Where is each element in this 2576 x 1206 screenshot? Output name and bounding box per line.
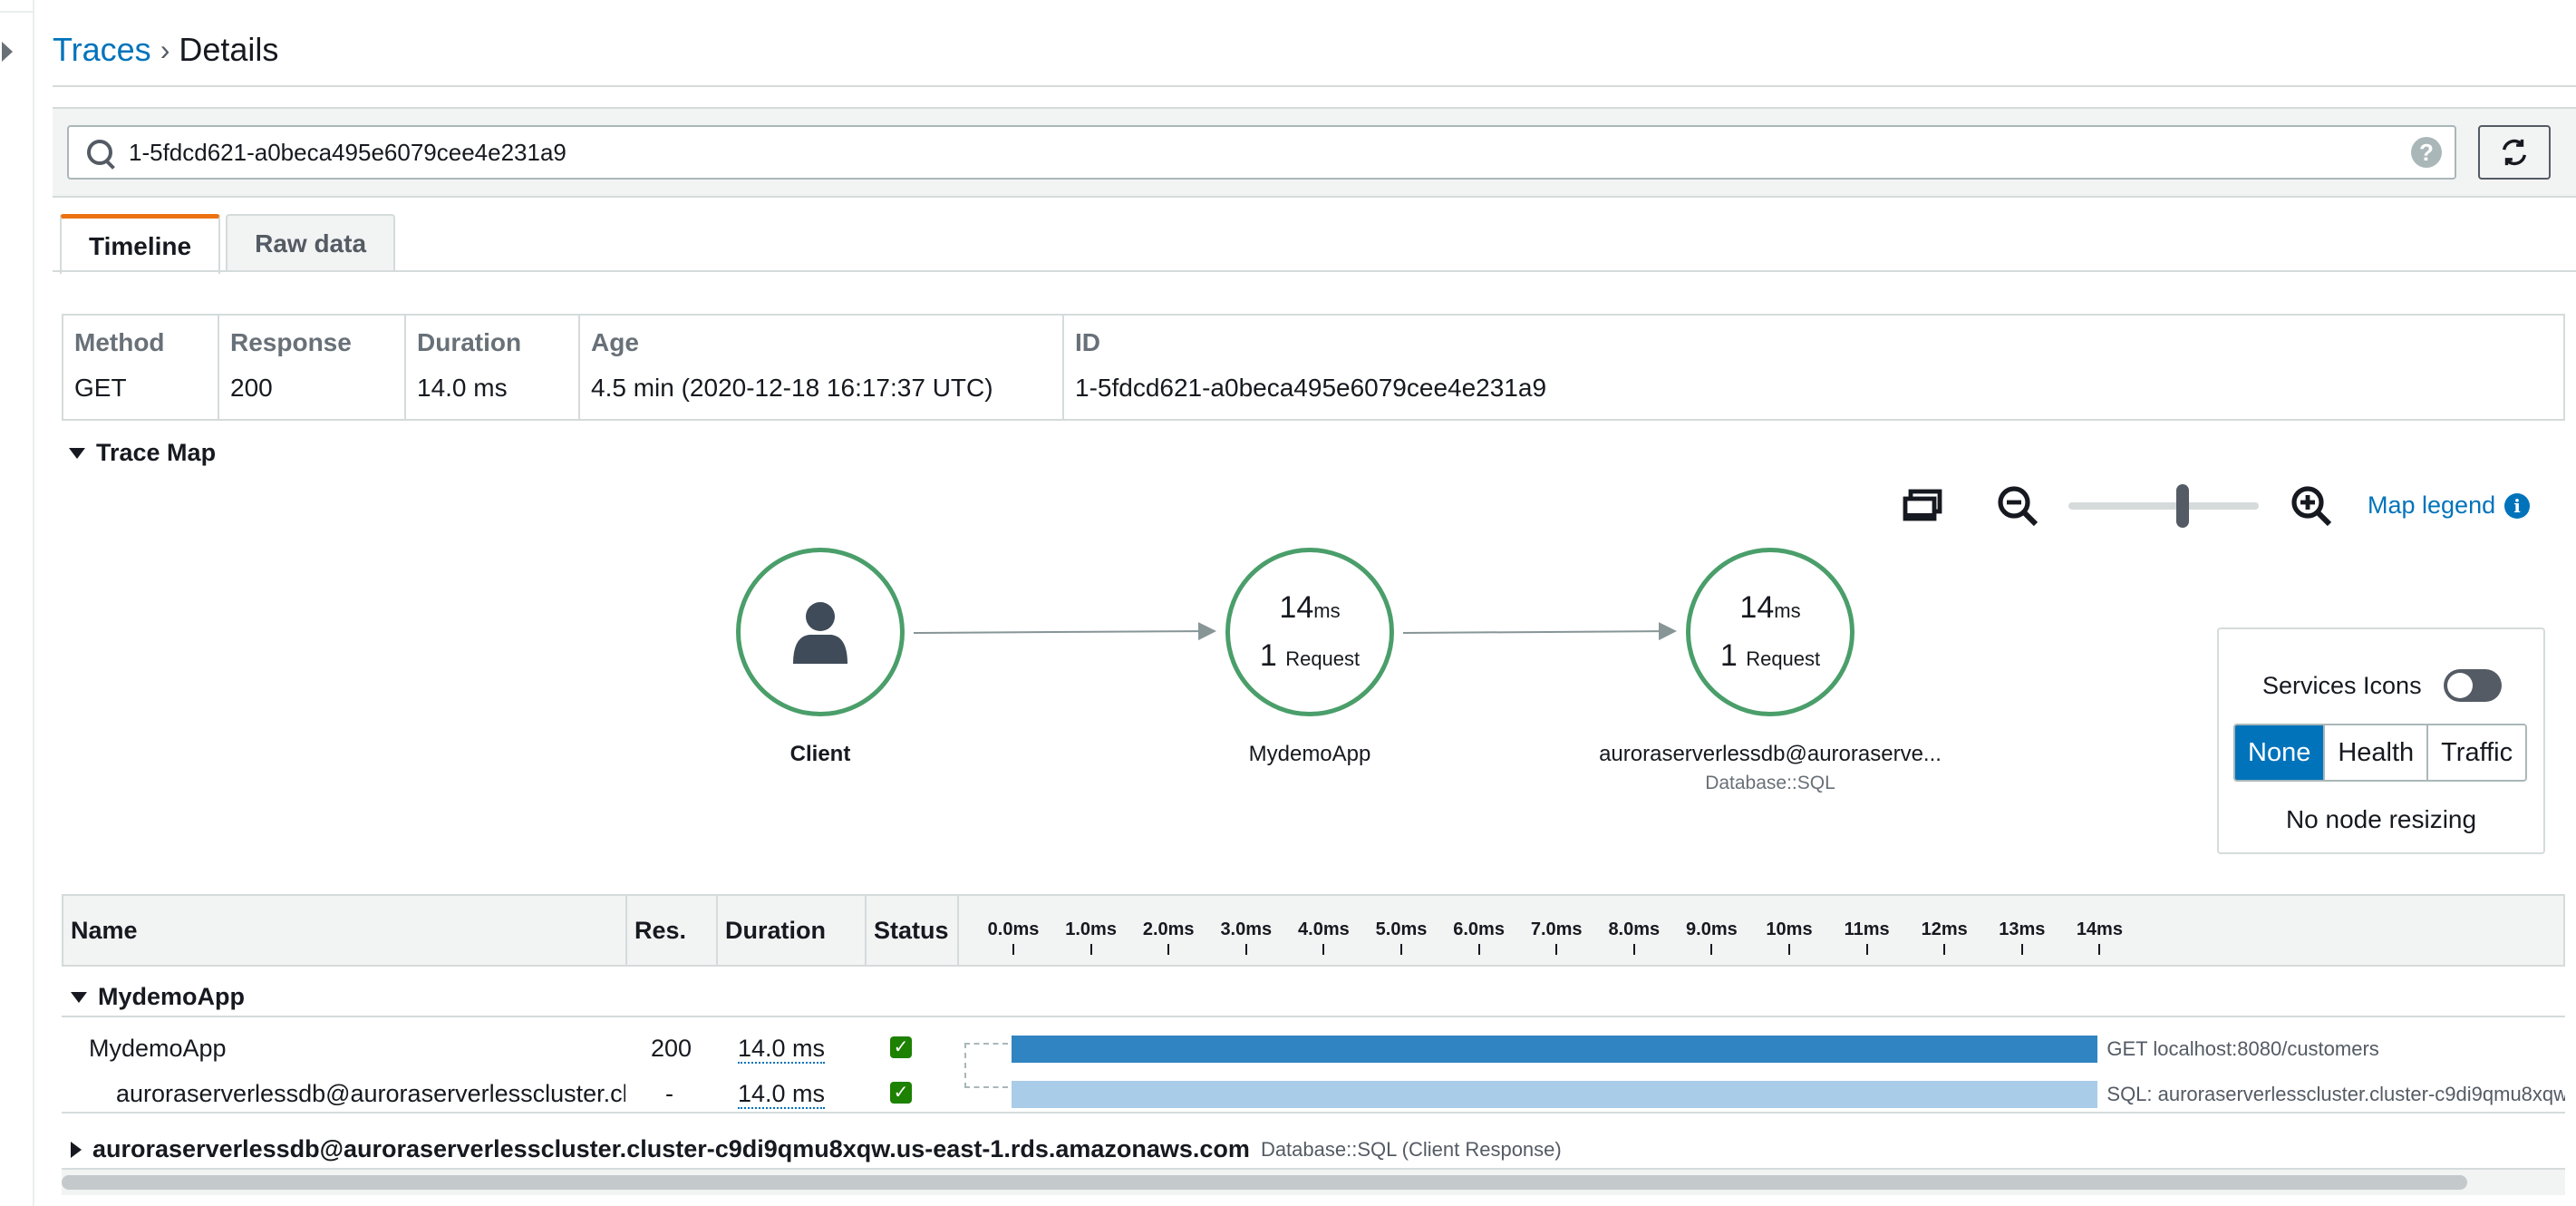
timeline-tick-13ms: 13ms [1986,919,2058,955]
subsegment-connector [964,1043,1008,1088]
segment-row-1-duration[interactable]: 14.0 ms [738,1035,826,1064]
toggle-knob [2446,673,2473,698]
resizing-status-text: No node resizing [2285,805,2477,833]
caret-down-icon [71,991,87,1003]
group-database-type: Database::SQL (Client Response) [1260,1137,1562,1161]
map-options-panel: Services Icons None Health Traffic No no… [2217,627,2545,854]
node-database-requests: 1 Request [1719,638,1821,673]
group-mydemoapp-label: MydemoApp [98,983,245,1010]
group-divider [62,1112,2565,1114]
group-database-label: auroraserverlessdb@auroraserverlessclust… [92,1135,1250,1162]
timeline-tick-1.0ms: 1.0ms [1055,919,1128,955]
status-ok-icon: ✓ [890,1036,912,1058]
segment-row-2-duration[interactable]: 14.0 ms [738,1080,826,1109]
node-mydemoapp-latency: 14ms [1279,590,1341,625]
services-icons-row: Services Icons [2262,669,2502,702]
timeline-tick-10ms: 10ms [1753,919,1825,955]
column-duration[interactable]: Duration [718,896,867,965]
segment-row-2-response: - [665,1080,673,1107]
timeline-tick-14ms: 14ms [2063,919,2135,955]
group-divider [62,1016,2565,1017]
services-icons-label: Services Icons [2262,671,2422,699]
segment-row-2-name[interactable]: auroraserverlessdb@auroraserverlessclust… [116,1080,625,1108]
option-traffic[interactable]: Traffic [2428,725,2526,780]
segment-row-1-name[interactable]: MydemoApp [89,1035,227,1063]
horizontal-scrollbar-thumb[interactable] [62,1175,2467,1190]
option-health[interactable]: Health [2325,725,2429,780]
node-mydemoapp[interactable]: 14ms 1 Request [1225,548,1394,716]
status-ok-icon: ✓ [890,1082,912,1104]
timeline-bar-label-row-1: GET localhost:8080/customers [2106,1037,2379,1060]
node-client-label: Client [789,742,851,766]
timeline-tick-3.0ms: 3.0ms [1210,919,1283,955]
segments-table-header: Name Res. Duration Status 0.0ms 1.0ms 2.0m… [62,894,2565,967]
timeline-tick-7.0ms: 7.0ms [1520,919,1593,955]
column-response[interactable]: Res. [627,896,718,965]
node-mydemoapp-label: MydemoApp [1248,742,1371,766]
node-resizing-segmented-control: None Health Traffic [2233,724,2528,782]
timeline-bar-row-2[interactable] [1012,1081,2098,1108]
timeline-tick-0.0ms: 0.0ms [977,919,1050,955]
node-database[interactable]: 14ms 1 Request [1686,548,1855,716]
node-database-label: auroraserverlessdb@auroraserve... [1599,742,1942,766]
column-name[interactable]: Name [63,896,627,965]
timeline-bar-row-1[interactable] [1012,1036,2098,1063]
timeline-tick-12ms: 12ms [1908,919,1980,955]
node-database-latency: 14ms [1739,590,1801,625]
edge-mydemoapp-to-db [1402,622,1677,641]
timeline-tick-8.0ms: 8.0ms [1598,919,1671,955]
group-database-toggle[interactable]: auroraserverlessdb@auroraserverlessclust… [71,1135,1562,1163]
node-database-type: Database::SQL [1705,773,1835,793]
segment-row-1-response: 200 [651,1035,692,1062]
edge-client-to-mydemoapp [913,622,1216,641]
timeline-bar-label-row-2: SQL: auroraserverlesscluster.cluster-c9d… [2106,1083,2569,1105]
node-client[interactable] [736,548,905,716]
option-none[interactable]: None [2235,725,2326,780]
group-mydemoapp-toggle[interactable]: MydemoApp [71,983,245,1011]
timeline-tick-9.0ms: 9.0ms [1675,919,1748,955]
timeline-tick-4.0ms: 4.0ms [1287,919,1360,955]
table-clip-edge [2565,889,2576,1206]
timeline-tick-6.0ms: 6.0ms [1443,919,1516,955]
node-mydemoapp-requests: 1 Request [1259,638,1361,673]
user-icon [793,602,847,664]
caret-right-icon [71,1141,82,1158]
timeline-tick-11ms: 11ms [1831,919,1903,955]
timeline-tick-5.0ms: 5.0ms [1365,919,1438,955]
services-icons-toggle[interactable] [2443,669,2502,702]
column-status[interactable]: Status [867,896,959,965]
timeline-tick-2.0ms: 2.0ms [1132,919,1205,955]
